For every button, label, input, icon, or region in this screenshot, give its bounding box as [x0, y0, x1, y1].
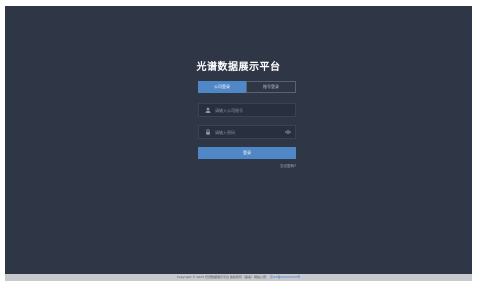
- password-input[interactable]: [215, 126, 283, 138]
- copyright-text: Copyright © 2023 光谱数据展示平台 版权所有（备案）网站公安：: [176, 275, 269, 279]
- username-field: [198, 103, 296, 117]
- tab-account-login[interactable]: 账号登录: [246, 81, 296, 93]
- page-title: 光谱数据展示平台: [196, 62, 281, 73]
- eye-icon[interactable]: [285, 129, 291, 135]
- icp-link[interactable]: 京ICP备XXXXXXXX号: [270, 275, 300, 279]
- password-field: [198, 125, 296, 139]
- forgot-password-link[interactable]: 忘记密码?: [245, 164, 296, 169]
- tab-company-login[interactable]: 公司登录: [198, 81, 246, 93]
- login-button[interactable]: 登录: [198, 147, 296, 159]
- username-input[interactable]: [215, 104, 283, 116]
- login-screen: 光谱数据展示平台 公司登录 账号登录 登录 忘记密码?: [5, 6, 472, 274]
- user-icon: [205, 107, 211, 113]
- lock-icon: [206, 129, 210, 135]
- footer: Copyright © 2023 光谱数据展示平台 版权所有（备案）网站公安： …: [5, 274, 472, 281]
- login-tabs: 公司登录 账号登录: [198, 81, 296, 93]
